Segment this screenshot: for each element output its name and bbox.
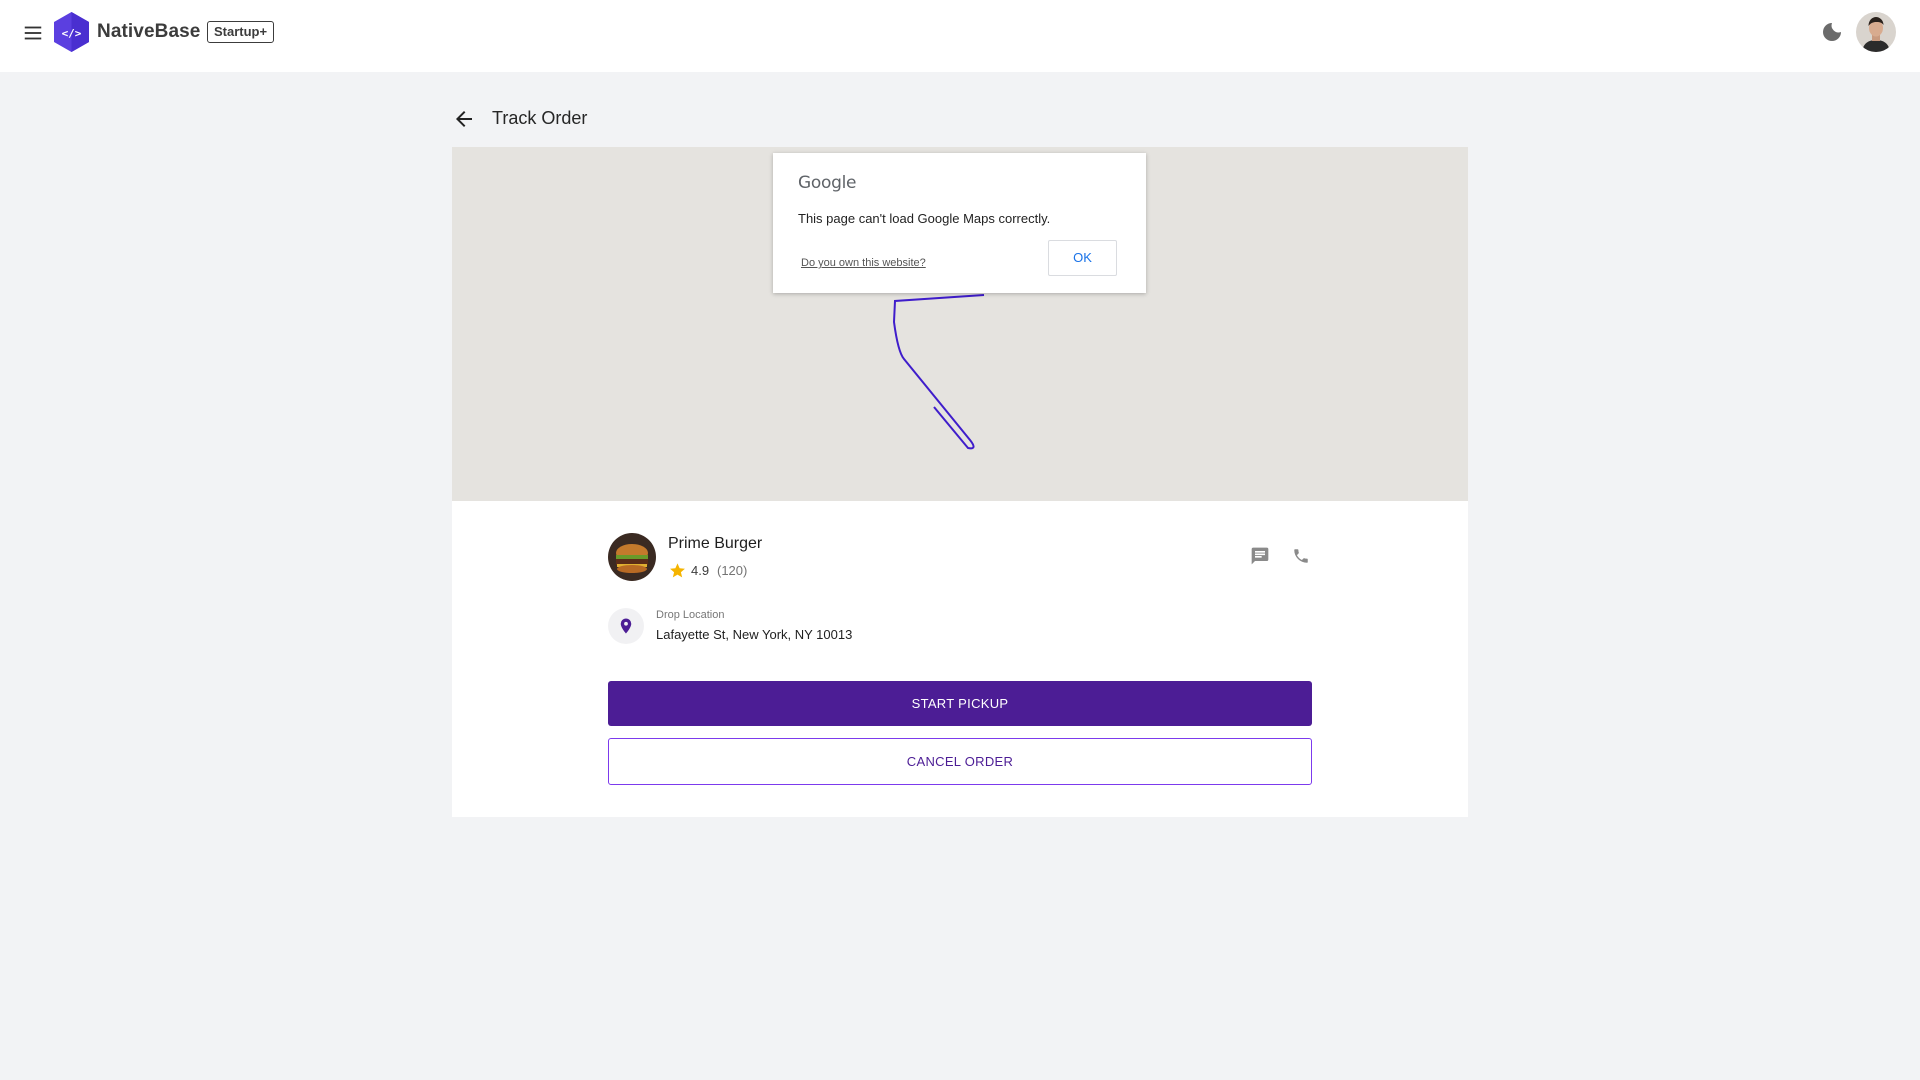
maps-ok-button[interactable]: OK xyxy=(1048,240,1117,276)
menu-icon[interactable] xyxy=(22,22,44,44)
restaurant-image xyxy=(608,533,656,581)
star-icon xyxy=(670,563,685,578)
back-arrow-icon[interactable] xyxy=(452,107,476,131)
brand-name: NativeBase xyxy=(97,21,201,42)
maps-error-dialog: Google This page can't load Google Maps … xyxy=(773,153,1146,293)
user-avatar[interactable] xyxy=(1856,12,1896,52)
plan-badge: Startup+ xyxy=(207,21,275,43)
drop-location-label: Drop Location xyxy=(656,609,725,621)
map-view[interactable]: Google This page can't load Google Maps … xyxy=(452,147,1468,501)
nativebase-logo[interactable]: </> xyxy=(53,12,90,52)
svg-text:</>: </> xyxy=(62,27,82,40)
own-website-link[interactable]: Do you own this website? xyxy=(801,257,926,269)
chat-icon[interactable] xyxy=(1250,546,1270,566)
location-icon-container xyxy=(608,608,644,644)
maps-error-message: This page can't load Google Maps correct… xyxy=(798,211,1051,226)
drop-location-address: Lafayette St, New York, NY 10013 xyxy=(656,627,853,642)
google-logo: Google xyxy=(798,173,857,193)
location-pin-icon xyxy=(620,618,632,634)
order-card: Prime Burger 4.9 (120) Drop Location Laf… xyxy=(452,501,1468,817)
rating-value: 4.9 xyxy=(691,563,710,578)
restaurant-name: Prime Burger xyxy=(668,535,763,552)
page-title: Track Order xyxy=(492,108,588,128)
phone-icon[interactable] xyxy=(1292,547,1310,565)
moon-icon[interactable] xyxy=(1820,20,1844,44)
start-pickup-button[interactable]: START PICKUP xyxy=(608,681,1312,726)
cancel-order-button[interactable]: CANCEL ORDER xyxy=(608,738,1312,785)
review-count: (120) xyxy=(717,563,748,578)
top-navbar: </> NativeBase Startup+ xyxy=(0,0,1920,72)
